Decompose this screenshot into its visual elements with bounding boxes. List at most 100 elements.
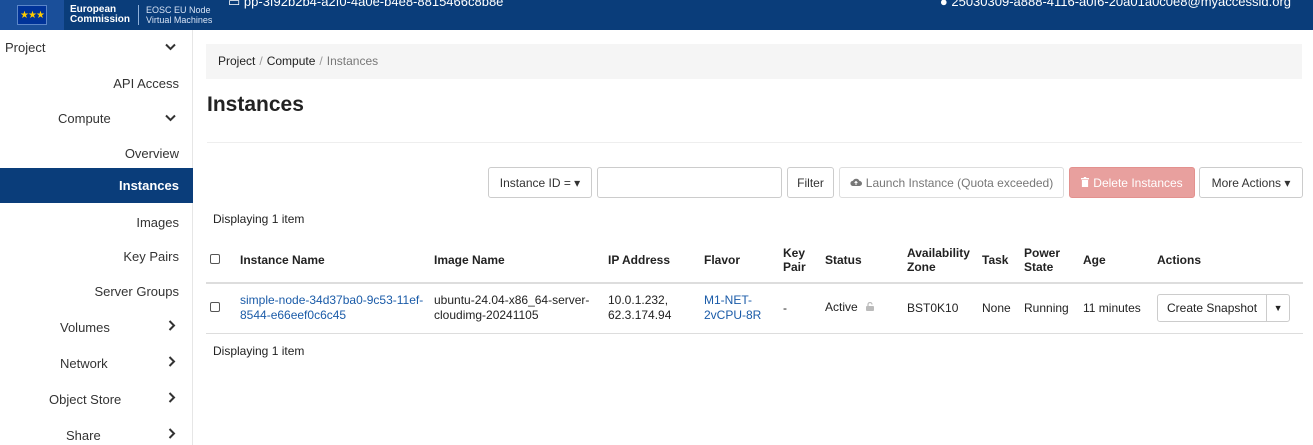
sidebar-item-label: Overview <box>124 146 179 161</box>
column-header-status[interactable]: Status <box>821 237 903 284</box>
cloud-upload-icon <box>850 176 862 190</box>
page-title: Instances <box>207 93 304 116</box>
sidebar-item-label: Key Pairs <box>123 249 179 264</box>
chevron-down-icon <box>165 110 176 125</box>
sidebar-item-key-pairs[interactable]: Key Pairs <box>0 239 193 275</box>
table-toolbar: Instance ID = ▾ Filter Launch Instance (… <box>194 167 1313 198</box>
chevron-right-icon <box>168 319 176 334</box>
user-menu-label: 25030309-a888-4116-a0f6-20a01a0c0e8@myac… <box>951 0 1291 9</box>
row-checkbox[interactable] <box>210 301 220 312</box>
more-actions-label: More Actions ▾ <box>1211 175 1291 190</box>
project-icon: ▭ <box>228 0 244 9</box>
sidebar-item-images[interactable]: Images <box>0 205 193 241</box>
delete-instances-button[interactable]: Delete Instances <box>1069 167 1195 198</box>
sidebar-item-label: Instances <box>119 178 179 193</box>
delete-instances-label: Delete Instances <box>1093 175 1183 190</box>
user-icon: ● <box>939 0 952 9</box>
chevron-down-icon <box>165 39 176 54</box>
sidebar-item-label: Object Store <box>49 392 122 407</box>
breadcrumb-project[interactable]: Project <box>218 54 255 68</box>
row-actions-group: Create Snapshot ▼ <box>1157 294 1291 323</box>
availability-zone-cell: BST0K10 <box>903 283 978 334</box>
user-menu[interactable]: ● 25030309-a888-4116-a0f6-20a01a0c0e8@my… <box>940 0 1291 9</box>
filter-button-label: Filter <box>797 175 824 190</box>
filter-field-label: Instance ID = ▾ <box>499 175 581 190</box>
sidebar-item-share[interactable]: Share <box>0 418 193 445</box>
more-actions-button[interactable]: More Actions ▾ <box>1199 167 1303 198</box>
sidebar-item-label: Network <box>60 356 108 371</box>
sidebar-item-compute[interactable]: Compute <box>0 101 193 137</box>
image-name-cell: ubuntu-24.04-x86_64-server-cloudimg-2024… <box>430 283 604 334</box>
brand-name: European Commission <box>70 5 140 25</box>
main-content: Project / Compute / Instances Instances Inst… <box>194 30 1313 445</box>
instances-table: Instance Name Image Name IP Address Flav… <box>206 237 1303 334</box>
breadcrumb-current: Instances <box>326 54 379 68</box>
sidebar-item-api-access[interactable]: API Access <box>0 66 193 102</box>
age-cell: 11 minutes <box>1079 283 1153 334</box>
column-header-age[interactable]: Age <box>1079 237 1153 284</box>
column-header-instance-name[interactable]: Instance Name <box>236 237 430 284</box>
sidebar-item-label: Compute <box>58 111 111 126</box>
sidebar-item-label: Share <box>66 428 101 443</box>
column-header-ip-address[interactable]: IP Address <box>604 237 700 284</box>
trash-icon <box>1081 176 1090 190</box>
sidebar-item-server-groups[interactable]: Server Groups <box>0 274 193 310</box>
create-snapshot-button[interactable]: Create Snapshot <box>1158 295 1268 322</box>
flavor-link[interactable]: M1-NET-2vCPU-8R <box>704 293 761 322</box>
column-header-flavor[interactable]: Flavor <box>700 237 779 284</box>
table-header-row: Instance Name Image Name IP Address Flav… <box>206 237 1303 284</box>
caret-down-icon: ▼ <box>1273 302 1283 313</box>
filter-field-select[interactable]: Instance ID = ▾ <box>488 167 592 198</box>
sidebar-item-label: API Access <box>113 76 179 91</box>
row-actions-dropdown-toggle[interactable]: ▼ <box>1267 295 1289 321</box>
power-state-cell: Running <box>1020 283 1079 334</box>
sidebar-item-overview[interactable]: Overview <box>0 136 193 172</box>
search-input[interactable] <box>597 167 782 198</box>
sidebar-item-label: Volumes <box>60 320 110 335</box>
service-name: EOSC EU Node Virtual Machines <box>146 5 212 25</box>
display-count-bottom: Displaying 1 item <box>213 344 305 358</box>
sidebar-item-object-store[interactable]: Object Store <box>0 382 193 418</box>
sidebar-item-instances[interactable]: Instances <box>0 168 193 203</box>
key-pair-cell: - <box>779 283 821 334</box>
task-cell: None <box>978 283 1020 334</box>
project-selector-label: pp-3f92b2b4-a2f0-4a0e-b4e8-8815466c8b8e <box>243 0 504 9</box>
column-header-availability-zone[interactable]: Availability Zone <box>903 237 978 284</box>
sidebar-item-label: Images <box>136 215 179 230</box>
lock-icon <box>864 302 875 314</box>
breadcrumb: Project / Compute / Instances <box>206 44 1302 79</box>
breadcrumb-separator: / <box>319 54 323 68</box>
sidebar-item-label: Server Groups <box>94 284 179 299</box>
project-selector[interactable]: ▭ pp-3f92b2b4-a2f0-4a0e-b4e8-8815466c8b8… <box>228 0 503 10</box>
select-all-checkbox[interactable] <box>210 253 220 264</box>
title-divider <box>207 142 1302 143</box>
breadcrumb-separator: / <box>259 54 263 68</box>
ip-address-cell: 10.0.1.232, 62.3.174.94 <box>604 283 700 334</box>
column-header-image-name[interactable]: Image Name <box>430 237 604 284</box>
eu-flag-icon: ★★★ <box>0 0 64 30</box>
chevron-right-icon <box>168 427 176 442</box>
chevron-right-icon <box>168 391 176 406</box>
instance-name-link[interactable]: simple-node-34d37ba0-9c53-11ef-8544-e66e… <box>240 293 423 322</box>
sidebar: Project API Access Compute Overview Inst… <box>0 30 193 445</box>
brand-line-2: Commission <box>70 14 131 25</box>
display-count-top: Displaying 1 item <box>213 212 305 226</box>
launch-instance-button[interactable]: Launch Instance (Quota exceeded) <box>839 167 1064 198</box>
top-navbar: ★★★ European Commission EOSC EU Node Vir… <box>0 0 1313 30</box>
sidebar-item-network[interactable]: Network <box>0 346 193 382</box>
status-cell: Active <box>825 300 858 315</box>
column-header-power-state[interactable]: Power State <box>1020 237 1079 284</box>
service-line-2: Virtual Machines <box>146 15 213 25</box>
column-header-key-pair[interactable]: Key Pair <box>779 237 821 284</box>
column-header-actions: Actions <box>1153 237 1303 284</box>
brand-logo[interactable]: ★★★ European Commission EOSC EU Node Vir… <box>0 0 212 30</box>
chevron-right-icon <box>168 355 176 370</box>
column-header-task[interactable]: Task <box>978 237 1020 284</box>
breadcrumb-compute[interactable]: Compute <box>267 54 316 68</box>
sidebar-item-label: Project <box>5 40 46 55</box>
filter-button[interactable]: Filter <box>787 167 834 198</box>
table-row: simple-node-34d37ba0-9c53-11ef-8544-e66e… <box>206 283 1303 334</box>
sidebar-item-volumes[interactable]: Volumes <box>0 310 193 346</box>
sidebar-item-project[interactable]: Project <box>0 30 193 66</box>
launch-instance-label: Launch Instance (Quota exceeded) <box>865 175 1054 190</box>
